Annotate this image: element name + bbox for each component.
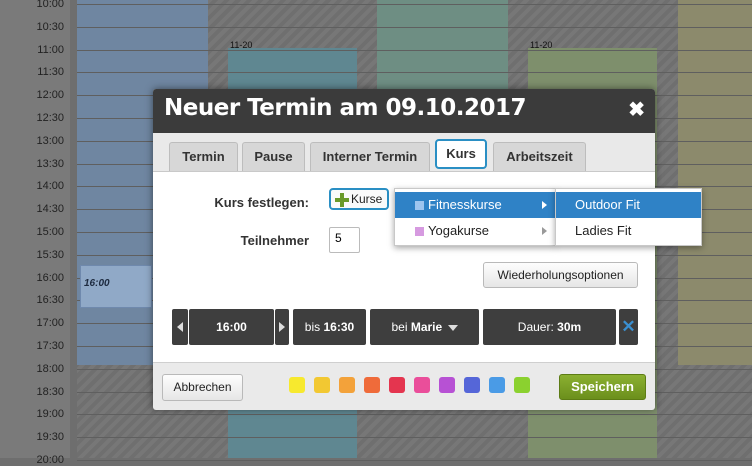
color-swatch[interactable] — [464, 377, 480, 393]
course-submenu: Outdoor Fit Ladies Fit — [555, 188, 702, 246]
grid-line — [77, 26, 752, 28]
caret-down-icon — [447, 324, 458, 331]
color-swatch[interactable] — [514, 377, 530, 393]
kurs-festlegen-label: Kurs festlegen: — [214, 195, 309, 210]
dialog-header: Neuer Termin am 09.10.2017 ✖ — [153, 89, 655, 133]
color-swatch[interactable] — [439, 377, 455, 393]
submenu-item-label: Ladies Fit — [575, 223, 632, 238]
grid-line — [77, 4, 752, 5]
staff-name: Marie — [410, 320, 443, 334]
teilnehmer-input[interactable]: 5 — [329, 227, 360, 253]
wiederholungsoptionen-button[interactable]: Wiederholungsoptionen — [483, 262, 638, 288]
course-category-menu: Fitnesskurse Yogakurse — [394, 188, 556, 246]
new-appointment-dialog: Neuer Termin am 09.10.2017 ✖ Termin Paus… — [153, 89, 655, 410]
time-column: 10:00 10:30 11:00 11:30 12:00 12:30 13:00 13:30… — [0, 0, 70, 466]
day-label: 11-20 — [530, 40, 553, 50]
time-label: 12:00 — [36, 89, 64, 102]
time-label: 15:30 — [36, 248, 64, 261]
color-swatch[interactable] — [339, 377, 355, 393]
time-label: 17:30 — [36, 340, 64, 352]
grid-line — [77, 72, 752, 74]
kurse-button[interactable]: Kurse — [329, 188, 389, 210]
duration-prefix: Dauer: — [517, 320, 554, 334]
duration-value: 30m — [557, 320, 582, 334]
time-label: 16:00 — [36, 271, 64, 284]
color-swatch[interactable] — [364, 377, 380, 393]
staff-select[interactable]: bei Marie — [370, 309, 479, 345]
chevron-right-icon — [542, 201, 547, 209]
menu-item-fitnesskurse[interactable]: Fitnesskurse — [395, 192, 555, 218]
menu-item-label: Yogakurse — [428, 223, 489, 238]
staff-prefix: bei — [391, 320, 408, 334]
submenu-item-ladies-fit[interactable]: Ladies Fit — [556, 218, 701, 244]
time-label: 11:00 — [37, 43, 64, 56]
event-time: 16:00 — [84, 278, 110, 289]
time-next-button[interactable] — [275, 309, 289, 345]
time-label: 13:30 — [36, 157, 64, 170]
start-time[interactable]: 16:00 — [189, 309, 274, 345]
tab-pause[interactable]: Pause — [242, 142, 305, 171]
speichern-button[interactable]: Speichern — [559, 374, 646, 400]
tab-kurs[interactable]: Kurs — [435, 139, 487, 169]
color-swatch[interactable] — [314, 377, 330, 393]
time-label: 18:00 — [36, 362, 64, 375]
chevron-right-icon — [279, 322, 285, 332]
time-label: 12:30 — [36, 112, 64, 124]
grid-line — [77, 49, 752, 51]
day-label: 11-20 — [230, 40, 253, 50]
calendar-event[interactable]: 16:00 — [80, 265, 152, 308]
time-label: 16:30 — [36, 294, 64, 307]
grid-line — [77, 437, 752, 439]
teilnehmer-label: Teilnehmer — [240, 233, 309, 248]
tab-termin[interactable]: Termin — [169, 142, 238, 171]
start-time-value: 16:00 — [216, 320, 247, 334]
color-swatch[interactable] — [289, 377, 305, 393]
tab-arbeitszeit[interactable]: Arbeitszeit — [493, 142, 586, 171]
time-label: 15:00 — [36, 226, 64, 238]
color-swatch[interactable] — [389, 377, 405, 393]
time-label: 19:30 — [36, 431, 64, 444]
end-time-prefix: bis — [304, 320, 321, 334]
chevron-right-icon — [542, 227, 547, 235]
time-label: 14:30 — [36, 203, 64, 216]
time-label: 10:00 — [36, 0, 64, 10]
grid-line — [77, 460, 752, 461]
grid-line — [77, 414, 752, 416]
abbrechen-button[interactable]: Abbrechen — [162, 374, 243, 401]
time-label: 19:00 — [36, 408, 64, 421]
time-label: 20:00 — [36, 454, 64, 466]
menu-item-yogakurse[interactable]: Yogakurse — [395, 218, 555, 244]
duration-select[interactable]: Dauer: 30m — [483, 309, 616, 345]
end-time-value: 16:30 — [323, 320, 355, 334]
category-color-square — [415, 201, 424, 211]
time-prev-button[interactable] — [172, 309, 188, 345]
tab-bar: Termin Pause Interner Termin Kurs Arbeit… — [153, 133, 655, 172]
time-label: 17:00 — [36, 317, 64, 330]
close-icon[interactable]: ✖ — [628, 97, 645, 122]
time-label: 10:30 — [36, 20, 64, 33]
dialog-title: Neuer Termin am 09.10.2017 — [164, 95, 526, 121]
dialog-footer: Abbrechen Speichern — [153, 362, 655, 410]
plus-icon — [335, 192, 349, 207]
end-time[interactable]: bis 16:30 — [293, 309, 366, 345]
time-label: 11:30 — [37, 66, 64, 79]
kurse-button-label: Kurse — [351, 192, 383, 206]
time-label: 14:00 — [36, 180, 64, 193]
chevron-left-icon — [177, 322, 183, 332]
color-swatch[interactable] — [414, 377, 430, 393]
time-label: 18:30 — [36, 385, 64, 398]
category-color-square — [415, 227, 424, 237]
time-label: 13:00 — [36, 134, 64, 147]
clear-icon[interactable]: ✕ — [619, 309, 638, 345]
submenu-item-outdoor-fit[interactable]: Outdoor Fit — [556, 192, 701, 218]
submenu-item-label: Outdoor Fit — [575, 197, 641, 212]
day-column-block — [678, 0, 752, 365]
tab-interner-termin[interactable]: Interner Termin — [310, 142, 430, 171]
menu-item-label: Fitnesskurse — [428, 197, 502, 212]
color-swatch[interactable] — [489, 377, 505, 393]
